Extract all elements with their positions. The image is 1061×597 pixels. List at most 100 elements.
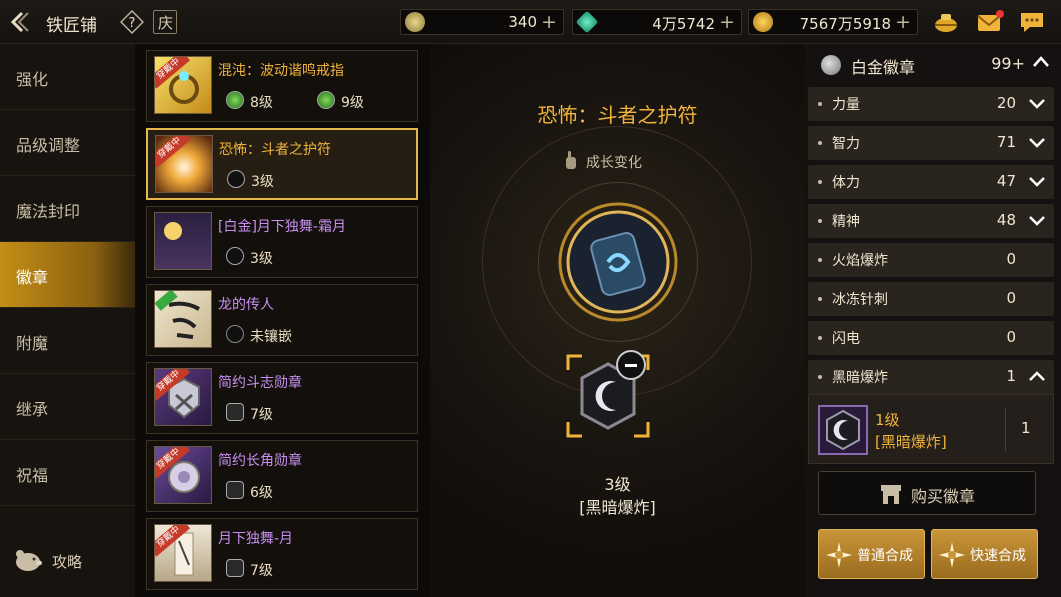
list-item[interactable]: 穿戴中 简约长角勋章 6级 bbox=[146, 440, 418, 512]
list-item[interactable]: 穿戴中 月下独舞-月 7级 bbox=[146, 518, 418, 590]
add-gold-button[interactable]: + bbox=[895, 11, 911, 33]
fast-synthesis-label: 快速合成 bbox=[970, 548, 1026, 564]
stat-label: 火焰爆炸 bbox=[832, 253, 888, 269]
stat-value: 1 bbox=[1006, 367, 1016, 385]
sparkle-gear-icon bbox=[938, 541, 966, 569]
list-item-selected[interactable]: 穿戴中 恐怖：斗者之护符 3级 bbox=[146, 128, 418, 200]
calligraphy-thumbnail-icon bbox=[154, 290, 212, 348]
page-title: 铁匠铺 bbox=[46, 16, 97, 36]
slot-level: 3级 bbox=[250, 251, 273, 267]
guide-button[interactable]: 攻略 bbox=[12, 546, 132, 576]
shield-emblem-icon bbox=[226, 403, 244, 421]
item-name: [白金]月下独舞-霜月 bbox=[218, 219, 346, 235]
menu-item-label: 继承 bbox=[16, 400, 49, 419]
dark-crescent-emblem-icon bbox=[818, 405, 868, 455]
stat-row-lightning[interactable]: 闪电 0 bbox=[808, 321, 1054, 355]
buy-emblem-label: 购买徽章 bbox=[911, 487, 976, 506]
event-calendar-icon[interactable]: 庆 bbox=[153, 10, 177, 34]
bullet-dot bbox=[818, 258, 822, 262]
shop-icon bbox=[879, 482, 903, 506]
stat-row-dark-explosion[interactable]: 黑暗爆炸 1 bbox=[808, 360, 1054, 394]
menu-item-label: 徽章 bbox=[16, 268, 49, 287]
stat-label: 力量 bbox=[832, 97, 860, 113]
stat-row-intelligence[interactable]: 智力 71 bbox=[808, 126, 1054, 160]
amulet-thumbnail-icon: 穿戴中 bbox=[155, 135, 213, 193]
stat-row-fire-explosion[interactable]: 火焰爆炸 0 bbox=[808, 243, 1054, 277]
stat-row-ice-spike[interactable]: 冰冻针刺 0 bbox=[808, 282, 1054, 316]
chevron-up-icon bbox=[1028, 367, 1046, 385]
stat-value: 0 bbox=[1006, 250, 1016, 268]
emblem-inventory-item[interactable]: 1级 [黑暗爆炸] 1 bbox=[808, 394, 1054, 464]
currency-gold: 7567万5918 + bbox=[748, 9, 918, 35]
stat-label: 黑暗爆炸 bbox=[832, 370, 888, 386]
emblem-item-level: 1级 bbox=[875, 411, 900, 429]
menu-item-enchant[interactable]: 附魔 bbox=[0, 308, 135, 374]
crescent-emblem-icon bbox=[226, 247, 244, 265]
fast-synthesis-button[interactable]: 快速合成 bbox=[931, 529, 1038, 579]
normal-synthesis-button[interactable]: 普通合成 bbox=[818, 529, 925, 579]
guide-label: 攻略 bbox=[52, 553, 83, 571]
bullet-dot bbox=[818, 219, 822, 223]
emblem-socket[interactable] bbox=[564, 350, 652, 440]
gem-icon bbox=[575, 10, 599, 34]
buy-emblem-button[interactable]: 购买徽章 bbox=[818, 471, 1036, 515]
list-item[interactable]: 穿戴中 简约斗志勋章 7级 bbox=[146, 362, 418, 434]
item-name: 简约长角勋章 bbox=[218, 453, 302, 469]
list-item[interactable]: 龙的传人 未镶嵌 bbox=[146, 284, 418, 356]
platinum-emblem-header[interactable]: 白金徽章 99+ bbox=[811, 48, 1053, 82]
menu-item-inherit[interactable]: 继承 bbox=[0, 374, 135, 440]
menu-item-label: 品级调整 bbox=[16, 136, 81, 155]
green-emblem-icon bbox=[317, 91, 335, 109]
stat-row-vitality[interactable]: 体力 47 bbox=[808, 165, 1054, 199]
currency-gem: 4万5742 + bbox=[572, 9, 742, 35]
list-item[interactable]: [白金]月下独舞-霜月 3级 bbox=[146, 206, 418, 278]
bullet-dot bbox=[818, 180, 822, 184]
medal-thumbnail-icon: 穿戴中 bbox=[154, 368, 212, 426]
stat-row-spirit[interactable]: 精神 48 bbox=[808, 204, 1054, 238]
menu-item-emblem[interactable]: 徽章 bbox=[0, 242, 135, 308]
emblem-item-name: [黑暗爆炸] bbox=[875, 433, 947, 451]
chevron-down-icon bbox=[1028, 94, 1046, 112]
emblem-item-count: 1 bbox=[1021, 419, 1031, 437]
item-name: 简约斗志勋章 bbox=[218, 375, 302, 391]
stat-label: 闪电 bbox=[832, 331, 860, 347]
growth-change-button[interactable]: 成长变化 bbox=[560, 151, 690, 173]
mailbox-pot-icon[interactable] bbox=[932, 8, 960, 36]
item-name: 龙的传人 bbox=[218, 297, 274, 313]
add-crystal-button[interactable]: + bbox=[541, 11, 557, 33]
menu-item-blessing[interactable]: 祝福 bbox=[0, 440, 135, 506]
emblem-name: [黑暗爆炸] bbox=[579, 498, 656, 517]
bullet-dot bbox=[818, 375, 822, 379]
amulet-main-icon bbox=[558, 202, 678, 322]
stat-value: 47 bbox=[996, 172, 1016, 190]
sparkle-gear-icon bbox=[825, 541, 853, 569]
stat-value: 48 bbox=[996, 211, 1016, 229]
list-item[interactable]: 穿戴中 混沌：波动谐鸣戒指 8级 9级 bbox=[146, 50, 418, 122]
platinum-emblem-count: 99+ bbox=[991, 54, 1025, 73]
menu-item-enhance[interactable]: 强化 bbox=[0, 44, 135, 110]
bullet-dot bbox=[818, 336, 822, 340]
mail-icon[interactable] bbox=[976, 8, 1004, 36]
back-arrow-icon[interactable] bbox=[8, 9, 38, 35]
add-gem-button[interactable]: + bbox=[719, 11, 735, 33]
platinum-emblem-icon bbox=[821, 55, 841, 75]
menu-item-label: 祝福 bbox=[16, 466, 49, 485]
growth-change-label: 成长变化 bbox=[586, 155, 642, 171]
help-icon[interactable]: ? bbox=[119, 9, 145, 35]
crystal-value: 340 bbox=[508, 13, 537, 31]
chevron-down-icon bbox=[1028, 211, 1046, 229]
stat-label: 精神 bbox=[832, 214, 860, 230]
stat-row-strength[interactable]: 力量 20 bbox=[808, 87, 1054, 121]
pig-icon bbox=[12, 546, 44, 574]
remove-emblem-icon[interactable] bbox=[616, 350, 646, 380]
stat-value: 0 bbox=[1006, 289, 1016, 307]
horn-medal-thumbnail-icon: 穿戴中 bbox=[154, 446, 212, 504]
chat-icon[interactable] bbox=[1018, 8, 1046, 36]
slot-level: 7级 bbox=[250, 563, 273, 579]
menu-item-grade-adjust[interactable]: 品级调整 bbox=[0, 110, 135, 176]
equipped-ribbon: 穿戴中 bbox=[156, 136, 192, 168]
crystal-icon bbox=[405, 12, 425, 32]
crescent-emblem-icon bbox=[227, 170, 245, 188]
menu-item-magic-seal[interactable]: 魔法封印 bbox=[0, 176, 135, 242]
left-menu: 强化 品级调整 魔法封印 徽章 附魔 继承 祝福 攻略 bbox=[0, 44, 135, 597]
